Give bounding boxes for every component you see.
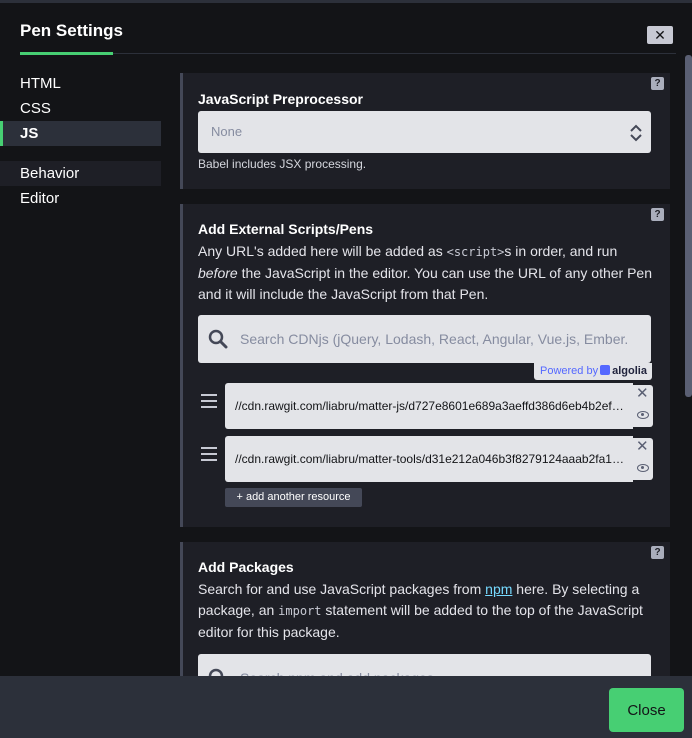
resource-row: //cdn.rawgit.com/liabru/matter-js/d727e8… — [198, 383, 653, 429]
select-arrows-icon — [630, 124, 642, 142]
settings-content: ? JavaScript Preprocessor None Babel inc… — [180, 73, 670, 676]
help-icon[interactable]: ? — [651, 546, 664, 559]
algolia-icon — [600, 365, 611, 375]
drag-handle-icon[interactable] — [201, 394, 217, 408]
view-resource-icon[interactable] — [637, 411, 649, 419]
close-button[interactable]: Close — [609, 688, 684, 732]
resource-controls: ✕ — [633, 438, 653, 480]
add-resource-button[interactable]: + add another resource — [225, 488, 362, 507]
packages-description: Search for and use JavaScript packages f… — [198, 581, 643, 640]
remove-resource-icon[interactable]: ✕ — [636, 438, 649, 456]
resource-url-input[interactable]: //cdn.rawgit.com/liabru/matter-js/d727e8… — [225, 383, 633, 429]
npm-search-input[interactable] — [240, 668, 648, 676]
drag-handle-icon[interactable] — [201, 447, 217, 461]
settings-sidebar: HTML CSS JS Behavior Editor — [0, 71, 161, 211]
npm-search — [198, 654, 651, 676]
sidebar-item-editor[interactable]: Editor — [0, 186, 161, 211]
preprocessor-hint: Babel includes JSX processing. — [198, 157, 367, 171]
external-scripts-section: ? Add External Scripts/Pens Any URL's ad… — [180, 204, 670, 527]
preprocessor-select[interactable]: None — [198, 111, 651, 153]
preprocessor-selected-value: None — [211, 124, 243, 139]
close-icon[interactable]: ✕ — [647, 26, 673, 44]
resource-controls: ✕ — [633, 385, 653, 427]
header-divider — [113, 53, 676, 54]
packages-title: Add Packages — [198, 559, 294, 575]
modal-title: Pen Settings — [20, 21, 123, 40]
external-scripts-title: Add External Scripts/Pens — [198, 221, 374, 237]
npm-link[interactable]: npm — [485, 581, 512, 597]
sidebar-item-behavior[interactable]: Behavior — [0, 161, 161, 186]
view-resource-icon[interactable] — [637, 464, 649, 472]
search-icon — [208, 329, 228, 349]
sidebar-item-css[interactable]: CSS — [0, 96, 161, 121]
resource-row: //cdn.rawgit.com/liabru/matter-tools/d31… — [198, 436, 653, 482]
external-scripts-description: Any URL's added here will be added as <s… — [198, 243, 653, 302]
help-icon[interactable]: ? — [651, 208, 664, 221]
content-scrollbar[interactable] — [685, 55, 692, 397]
title-underline — [20, 52, 113, 55]
resource-url-input[interactable]: //cdn.rawgit.com/liabru/matter-tools/d31… — [225, 436, 633, 482]
help-icon[interactable]: ? — [651, 77, 664, 90]
powered-by-algolia: Powered by algolia — [534, 363, 652, 380]
sidebar-item-html[interactable]: HTML — [0, 71, 161, 96]
sidebar-item-js[interactable]: JS — [0, 121, 161, 146]
packages-section: ? Add Packages Search for and use JavaSc… — [180, 542, 670, 676]
pen-settings-modal: Pen Settings ✕ HTML CSS JS Behavior Edit… — [0, 0, 692, 738]
search-icon — [208, 668, 224, 676]
preprocessor-section: ? JavaScript Preprocessor None Babel inc… — [180, 73, 670, 189]
cdnjs-search — [198, 315, 651, 363]
remove-resource-icon[interactable]: ✕ — [636, 385, 649, 403]
cdnjs-search-input[interactable] — [240, 329, 648, 349]
modal-header: Pen Settings ✕ — [0, 3, 692, 55]
modal-footer: Close — [0, 676, 692, 738]
preprocessor-title: JavaScript Preprocessor — [198, 91, 363, 107]
